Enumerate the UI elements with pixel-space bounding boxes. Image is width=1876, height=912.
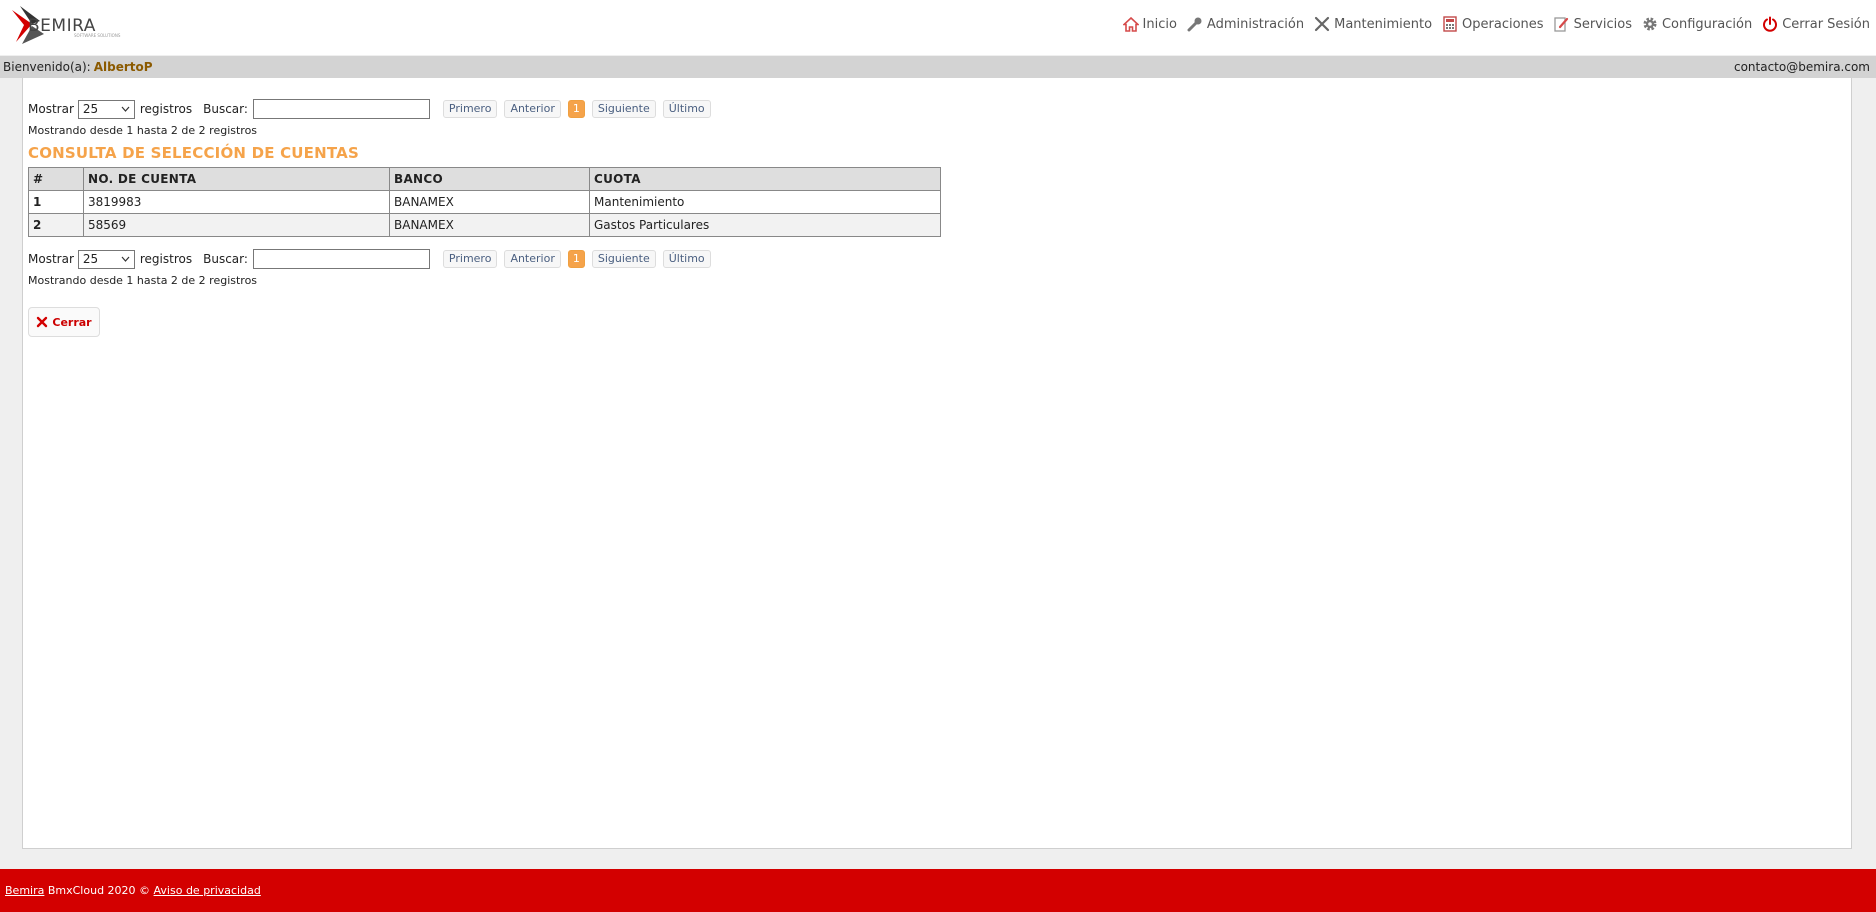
col-bank[interactable]: BANCO <box>389 167 590 191</box>
content-panel: Mostrar 25 registros Buscar: Primero Ant… <box>22 78 1852 849</box>
nav-cerrar-sesion[interactable]: Cerrar Sesión <box>1761 15 1870 33</box>
app-footer: Bemira BmxCloud 2020 © Aviso de privacid… <box>0 869 1876 912</box>
show-label: Mostrar <box>28 102 74 116</box>
table-controls-top: Mostrar 25 registros Buscar: Primero Ant… <box>28 98 718 120</box>
chevron-down-icon <box>121 102 130 121</box>
search-label: Buscar: <box>203 252 248 266</box>
main-nav: Inicio Administración Mantenimiento Oper… <box>1113 14 1870 34</box>
prev-page-button[interactable]: Anterior <box>504 100 561 118</box>
nav-administracion[interactable]: Administración <box>1186 15 1304 33</box>
page-title: CONSULTA DE SELECCIÓN DE CUENTAS <box>28 144 359 162</box>
calculator-icon <box>1441 15 1459 33</box>
last-page-button[interactable]: Último <box>662 250 711 268</box>
cell-account-number: 58569 <box>83 213 390 237</box>
first-page-button[interactable]: Primero <box>442 100 498 118</box>
nav-inicio-label: Inicio <box>1142 16 1177 32</box>
close-icon <box>36 316 48 328</box>
page-size-select[interactable]: 25 <box>77 249 135 271</box>
nav-administracion-label: Administración <box>1206 16 1305 32</box>
cell-bank: BANAMEX <box>389 190 590 214</box>
table-row[interactable]: 1 3819983 BANAMEX Mantenimiento <box>28 190 941 214</box>
tools-icon <box>1313 15 1331 33</box>
brand-link[interactable]: Bemira <box>5 884 44 897</box>
pagination-top: Primero Anterior 1 Siguiente Último <box>442 100 718 118</box>
col-index[interactable]: # <box>28 167 84 191</box>
cell-bank: BANAMEX <box>389 213 590 237</box>
nav-cerrar-sesion-label: Cerrar Sesión <box>1782 16 1870 32</box>
cell-index: 2 <box>28 213 84 237</box>
nav-mantenimiento[interactable]: Mantenimiento <box>1313 15 1432 33</box>
cell-fee: Mantenimiento <box>589 190 941 214</box>
nav-servicios[interactable]: Servicios <box>1553 15 1632 33</box>
close-button[interactable]: Cerrar <box>28 307 100 337</box>
nav-operaciones-label: Operaciones <box>1462 16 1544 32</box>
pagination-bottom: Primero Anterior 1 Siguiente Último <box>442 250 718 268</box>
bemira-logo[interactable]: BEMIRA SOFTWARE SOLUTIONS <box>10 4 140 46</box>
chevron-down-icon <box>121 252 130 271</box>
nav-operaciones[interactable]: Operaciones <box>1441 15 1544 33</box>
welcome-message: Bienvenido(a): AlbertoP <box>3 56 153 78</box>
records-label: registros <box>139 252 193 266</box>
nav-servicios-label: Servicios <box>1573 16 1632 32</box>
user-name: AlbertoP <box>93 60 153 74</box>
first-page-button[interactable]: Primero <box>442 250 498 268</box>
power-icon <box>1761 15 1779 33</box>
table-header-row: # NO. DE CUENTA BANCO CUOTA <box>28 167 941 191</box>
accounts-table: # NO. DE CUENTA BANCO CUOTA 1 3819983 BA… <box>28 167 941 237</box>
page-1-button[interactable]: 1 <box>567 100 585 118</box>
wrench-key-icon <box>1186 15 1204 33</box>
search-input[interactable] <box>252 249 430 269</box>
records-label: registros <box>139 102 193 116</box>
app-header: BEMIRA SOFTWARE SOLUTIONS Inicio Adminis… <box>0 0 1876 55</box>
close-button-label: Cerrar <box>52 315 92 329</box>
svg-text:SOFTWARE SOLUTIONS: SOFTWARE SOLUTIONS <box>74 33 121 38</box>
search-input[interactable] <box>252 99 430 119</box>
prev-page-button[interactable]: Anterior <box>504 250 561 268</box>
table-row[interactable]: 2 58569 BANAMEX Gastos Particulares <box>28 213 941 237</box>
contact-email: contacto@bemira.com <box>1733 60 1870 74</box>
page-size-select[interactable]: 25 <box>77 99 135 121</box>
next-page-button[interactable]: Siguiente <box>591 250 656 268</box>
edit-document-icon <box>1553 15 1571 33</box>
footer-text: BmxCloud 2020 © <box>44 884 154 897</box>
privacy-link[interactable]: Aviso de privacidad <box>154 884 261 897</box>
page-size-value: 25 <box>82 101 99 116</box>
col-fee[interactable]: CUOTA <box>589 167 941 191</box>
cell-account-number: 3819983 <box>83 190 390 214</box>
next-page-button[interactable]: Siguiente <box>591 100 656 118</box>
cell-fee: Gastos Particulares <box>589 213 941 237</box>
gear-icon <box>1641 15 1659 33</box>
nav-configuracion-label: Configuración <box>1661 16 1753 32</box>
nav-inicio[interactable]: Inicio <box>1122 15 1177 33</box>
page-size-value: 25 <box>82 251 99 266</box>
page-1-button[interactable]: 1 <box>567 250 585 268</box>
col-account-number[interactable]: NO. DE CUENTA <box>83 167 390 191</box>
nav-configuracion[interactable]: Configuración <box>1641 15 1752 33</box>
cell-index: 1 <box>28 190 84 214</box>
welcome-prefix: Bienvenido(a): <box>3 60 91 74</box>
last-page-button[interactable]: Último <box>662 100 711 118</box>
search-label: Buscar: <box>203 102 248 116</box>
records-info-bottom: Mostrando desde 1 hasta 2 de 2 registros <box>28 274 258 287</box>
welcome-bar: Bienvenido(a): AlbertoP contacto@bemira.c… <box>0 56 1876 78</box>
table-controls-bottom: Mostrar 25 registros Buscar: Primero Ant… <box>28 248 718 270</box>
nav-mantenimiento-label: Mantenimiento <box>1334 16 1433 32</box>
show-label: Mostrar <box>28 252 74 266</box>
records-info-top: Mostrando desde 1 hasta 2 de 2 registros <box>28 124 258 137</box>
home-icon <box>1122 15 1140 33</box>
